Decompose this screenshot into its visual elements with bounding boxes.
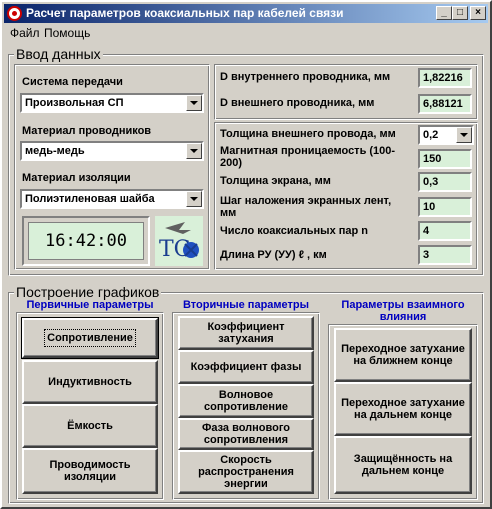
screen-thickness-label: Толщина экрана, мм [220,175,331,187]
pairs-value: 4 [423,225,430,237]
screen-thickness-value: 0,3 [423,176,439,188]
d-inner-field: 1,82216 [418,68,472,88]
permeability-label: Магнитная проницаемость (100-200) [220,145,396,169]
resistance-button[interactable]: Сопротивление [21,317,159,359]
pairs-label: Число коаксиальных пар n [220,225,369,237]
length-input[interactable]: 3 [418,245,472,265]
d-outer-field: 6,88121 [418,94,472,114]
conductance-button[interactable]: Проводимость изоляции [22,448,158,494]
primary-heading: Первичные параметры [26,299,154,311]
material-value: медь-медь [25,145,85,157]
phase-coefficient-button[interactable]: Коэффициент фазы [178,350,314,384]
permeability-value: 150 [423,153,442,165]
chevron-down-icon[interactable] [186,95,202,111]
wire-thickness-label: Толщина внешнего провода, мм [220,128,396,140]
close-button[interactable]: × [470,6,486,20]
menu-bar: Файл Помощь [4,24,488,42]
chevron-down-icon[interactable] [186,143,202,159]
window-title: Расчет параметров коаксиальных пар кабел… [26,6,344,20]
main-window: Расчет параметров коаксиальных пар кабел… [0,0,492,509]
far-end-protection-button[interactable]: Защищённость на дальнем конце [334,436,472,494]
pairs-input[interactable]: 4 [418,221,472,241]
capacitance-button[interactable]: Ёмкость [22,404,158,448]
d-inner-value: 1,82216 [423,72,463,84]
minimize-button[interactable]: _ [436,6,452,20]
attenuation-button[interactable]: Коэффициент затухания [178,316,314,350]
mutual-heading: Параметры взаимного влияния [341,299,465,323]
length-label: Длина РУ (УУ) ℓ , км [220,249,327,261]
menu-help[interactable]: Помощь [44,26,90,40]
tape-step-label: Шаг наложения экранных лент, мм [220,195,392,219]
d-outer-value: 6,88121 [423,98,463,110]
near-end-crosstalk-button[interactable]: Переходное затухание на ближнем конце [334,328,472,382]
material-label: Материал проводников [22,125,152,137]
d-outer-label: D внешнего проводника, мм [220,97,375,109]
length-value: 3 [423,249,430,261]
chevron-down-icon[interactable] [456,127,472,143]
tape-step-input[interactable]: 10 [418,197,472,217]
tape-step-value: 10 [423,201,436,213]
insulation-value: Полиэтиленовая шайба [25,193,155,205]
screen-thickness-input[interactable]: 0,3 [418,172,472,192]
permeability-input[interactable]: 150 [418,149,472,169]
system-select[interactable]: Произвольная СП [20,93,204,113]
secondary-heading: Вторичные параметры [182,299,310,311]
graphs-group-title: Построение графиков [14,284,162,300]
propagation-speed-button[interactable]: Скорость распространения энергии [178,450,314,494]
wave-impedance-button[interactable]: Волновое сопротивление [178,384,314,418]
app-icon[interactable] [7,6,22,21]
system-label: Система передачи [22,76,123,88]
clock-display: 16:42:00 [28,222,144,260]
resistance-button-label: Сопротивление [44,329,136,347]
far-end-crosstalk-button[interactable]: Переходное затухание на дальнем конце [334,382,472,436]
menu-file[interactable]: Файл [10,26,40,40]
d-inner-label: D внутреннего проводника, мм [220,71,391,83]
maximize-button[interactable]: □ [452,6,468,20]
insulation-label: Материал изоляции [22,172,131,184]
title-bar[interactable]: Расчет параметров коаксиальных пар кабел… [4,4,488,23]
chevron-down-icon[interactable] [186,191,202,207]
input-group-title: Ввод данных [14,46,103,62]
wire-thickness-select[interactable]: 0,2 [418,125,474,145]
wire-thickness-value: 0,2 [423,129,439,141]
clock-panel: 16:42:00 [22,216,150,266]
material-select[interactable]: медь-медь [20,141,204,161]
insulation-select[interactable]: Полиэтиленовая шайба [20,189,204,209]
logo-icon: TC [155,216,203,266]
impedance-phase-button[interactable]: Фаза волнового сопротивления [178,418,314,450]
inductance-button[interactable]: Индуктивность [22,360,158,404]
system-value: Произвольная СП [25,97,124,109]
